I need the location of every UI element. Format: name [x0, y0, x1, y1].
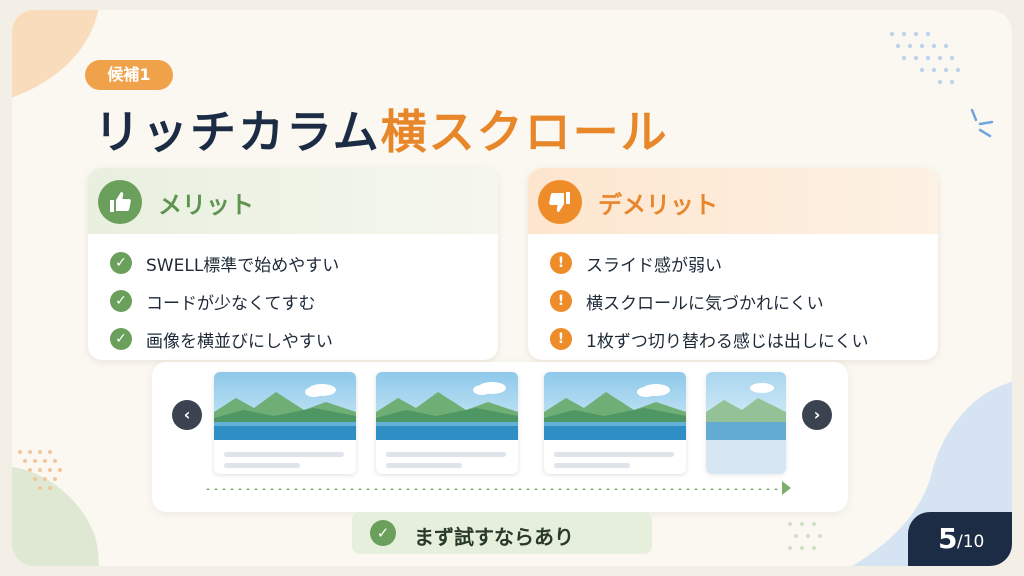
- carousel-card[interactable]: [214, 372, 356, 474]
- check-icon: ✓: [110, 290, 132, 312]
- text-placeholder: [386, 452, 506, 457]
- thumbs-up-icon: [98, 180, 142, 224]
- list-item: ✓ SWELL標準で始めやすい: [110, 244, 339, 282]
- verdict-box: ✓ まず試すならあり: [352, 512, 652, 554]
- bottom-dots: [788, 522, 822, 550]
- total-pages: /10: [957, 532, 985, 552]
- title-main: リッチカラム: [94, 105, 381, 159]
- carousel-preview: ‹ ›: [152, 362, 848, 512]
- carousel-card[interactable]: [544, 372, 686, 474]
- exclamation-icon: !: [550, 290, 572, 312]
- thumbs-down-icon: [538, 180, 582, 224]
- list-item: ! スライド感が弱い: [550, 244, 868, 282]
- chevron-right-icon[interactable]: ›: [802, 400, 832, 430]
- exclamation-icon: !: [550, 328, 572, 350]
- list-item: ! 横スクロールに気づかれにくい: [550, 282, 868, 320]
- slide-title: リッチカラム横スクロール: [94, 96, 669, 162]
- check-icon: ✓: [110, 328, 132, 350]
- demerit-header: デメリット: [528, 168, 938, 234]
- check-icon: ✓: [370, 520, 396, 546]
- candidate-badge: 候補1: [85, 60, 173, 90]
- slide: 候補1 リッチカラム横スクロール メリット ✓ SWELL標準で始めやすい ✓ コー…: [12, 10, 1012, 566]
- merit-card: メリット ✓ SWELL標準で始めやすい ✓ コードが少なくてすむ ✓ 画像を横並びに…: [88, 168, 498, 360]
- merit-heading: メリット: [158, 191, 254, 219]
- verdict-text: まず試すならあり: [414, 525, 574, 549]
- scroll-direction-line: [204, 488, 784, 490]
- list-item: ✓ 画像を横並びにしやすい: [110, 320, 339, 358]
- current-page: 5: [938, 522, 958, 555]
- merit-header: メリット: [88, 168, 498, 234]
- page-indicator: 5 /10: [908, 512, 1012, 566]
- list-item: ✓ コードが少なくてすむ: [110, 282, 339, 320]
- text-placeholder: [386, 463, 462, 468]
- landscape-image: [376, 372, 518, 440]
- text-placeholder: [554, 463, 630, 468]
- landscape-image: [214, 372, 356, 440]
- chevron-left-icon[interactable]: ‹: [172, 400, 202, 430]
- demerit-list: ! スライド感が弱い ! 横スクロールに気づかれにくい ! 1枚ずつ切り替わる感じは出…: [550, 244, 868, 358]
- demerit-card: デメリット ! スライド感が弱い ! 横スクロールに気づかれにくい ! 1枚ずつ切り替…: [528, 168, 938, 360]
- title-accent: 横スクロール: [380, 105, 669, 159]
- text-placeholder: [224, 463, 300, 468]
- top-right-dots: [889, 31, 961, 85]
- sparkle-lines: [970, 108, 994, 138]
- check-icon: ✓: [110, 252, 132, 274]
- demerit-heading: デメリット: [598, 191, 718, 219]
- arrow-right-icon: [782, 481, 791, 495]
- text-placeholder: [554, 452, 674, 457]
- merit-list: ✓ SWELL標準で始めやすい ✓ コードが少なくてすむ ✓ 画像を横並びにしやすい: [110, 244, 339, 358]
- carousel-card-partial[interactable]: [706, 372, 786, 474]
- carousel-card[interactable]: [376, 372, 518, 474]
- landscape-image: [544, 372, 686, 440]
- text-placeholder: [224, 452, 344, 457]
- bottom-left-blob: [12, 450, 99, 566]
- exclamation-icon: !: [550, 252, 572, 274]
- list-item: ! 1枚ずつ切り替わる感じは出しにくい: [550, 320, 868, 358]
- landscape-image: [706, 372, 786, 474]
